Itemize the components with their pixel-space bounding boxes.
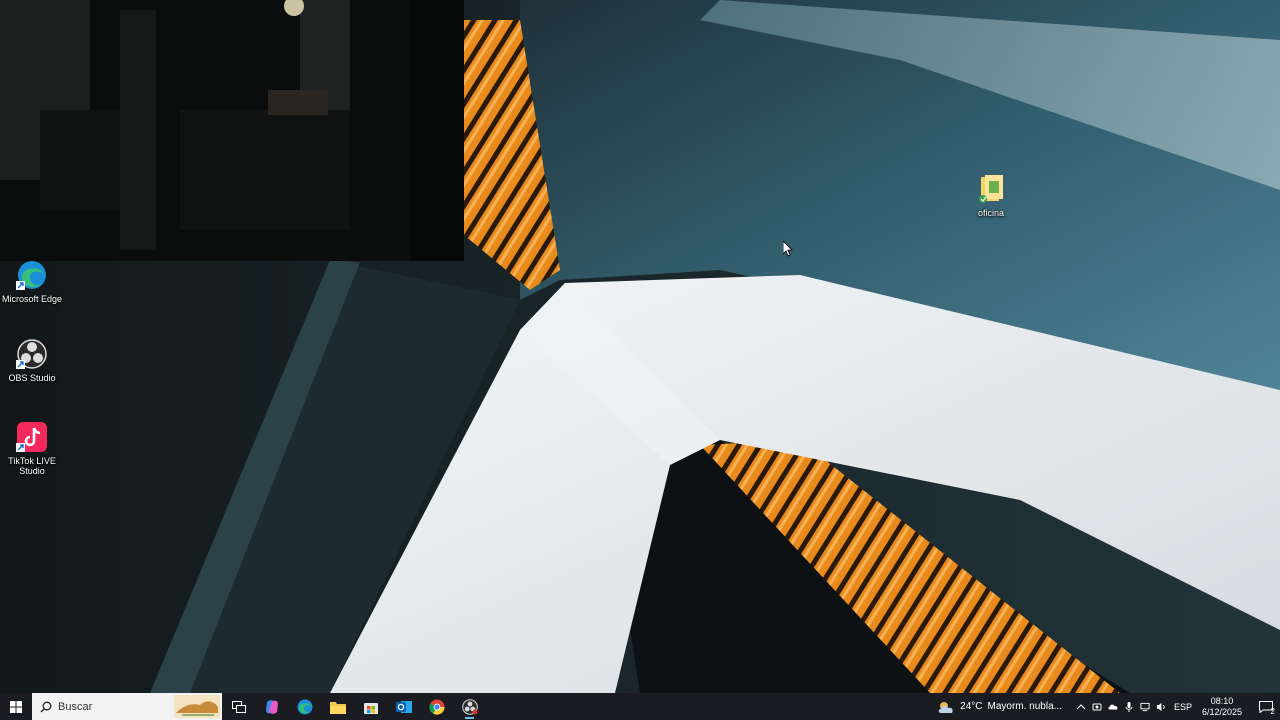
clock-time: 08:10 (1210, 695, 1234, 706)
desktop-icon-microsoft-edge[interactable]: Microsoft Edge (0, 259, 64, 304)
tray-icons (1076, 701, 1166, 712)
search-highlight-art-icon (174, 695, 220, 718)
folder-icon (975, 173, 1007, 205)
desktop-icon-tiktok-live-studio[interactable]: TikTok LIVE Studio (0, 421, 64, 476)
desktop-icon-obs-studio[interactable]: OBS Studio (0, 338, 64, 383)
desktop-icon-label: OBS Studio (8, 373, 56, 383)
desktop-icon-label: oficina (977, 208, 1004, 218)
taskbar-microsoft-store[interactable] (354, 693, 387, 720)
taskbar-obs-studio[interactable] (453, 693, 486, 720)
webcam-room-image (0, 0, 464, 261)
tiktok-live-icon (16, 421, 48, 453)
start-button[interactable] (0, 693, 32, 720)
search-icon (40, 701, 52, 712)
taskbar-edge[interactable] (288, 693, 321, 720)
camera-tray-icon[interactable] (1092, 702, 1102, 712)
copilot-icon (265, 699, 278, 714)
taskbar-copilot[interactable] (255, 693, 288, 720)
obs-icon (16, 338, 48, 370)
taskbar: Buscar 24°C Mayorm. nubla... ESP 08:10 6… (0, 693, 1280, 720)
cloudy-weather-icon (938, 701, 953, 713)
desktop-icon-oficina[interactable]: oficina (959, 173, 1023, 218)
weather-condition: Mayorm. nubla... (987, 701, 1062, 712)
clock-date: 6/12/2025 (1202, 706, 1243, 717)
network-icon[interactable] (1140, 702, 1150, 712)
task-view-button[interactable] (222, 693, 255, 720)
desktop-icon-label: Microsoft Edge (1, 294, 63, 304)
folder-icon (329, 701, 346, 714)
system-tray: 24°C Mayorm. nubla... ESP 08:10 6/12/202… (937, 693, 1280, 720)
notification-count: 2 (1270, 707, 1275, 716)
taskbar-chrome[interactable] (420, 693, 453, 720)
onedrive-cloud-icon[interactable] (1108, 702, 1118, 712)
taskbar-outlook[interactable] (387, 693, 420, 720)
volume-icon[interactable] (1156, 702, 1166, 712)
task-view-icon (231, 700, 246, 713)
edge-icon (16, 259, 48, 291)
windows-logo-icon (10, 700, 22, 713)
weather-temperature: 24°C (960, 701, 983, 712)
chrome-icon (429, 699, 445, 715)
clock[interactable]: 08:10 6/12/2025 (1202, 696, 1242, 718)
desktop: Microsoft Edge OBS Studio TikTok LIVE St… (0, 0, 1280, 693)
obs-icon (461, 698, 478, 715)
edge-icon (297, 699, 312, 714)
desktop-icon-label: TikTok LIVE Studio (8, 456, 56, 476)
store-icon (363, 702, 378, 714)
weather-widget[interactable]: 24°C Mayorm. nubla... (937, 700, 1062, 714)
outlook-icon (395, 700, 412, 713)
search-placeholder: Buscar (58, 700, 93, 713)
taskbar-file-explorer[interactable] (321, 693, 354, 720)
language-indicator[interactable]: ESP (1174, 702, 1192, 712)
microphone-icon[interactable] (1124, 701, 1134, 712)
mouse-cursor-icon (783, 241, 793, 257)
notification-center-button[interactable]: 2 (1252, 693, 1280, 720)
webcam-overlay (0, 0, 464, 261)
search-box[interactable]: Buscar (32, 693, 222, 720)
chevron-up-icon[interactable] (1076, 702, 1086, 712)
